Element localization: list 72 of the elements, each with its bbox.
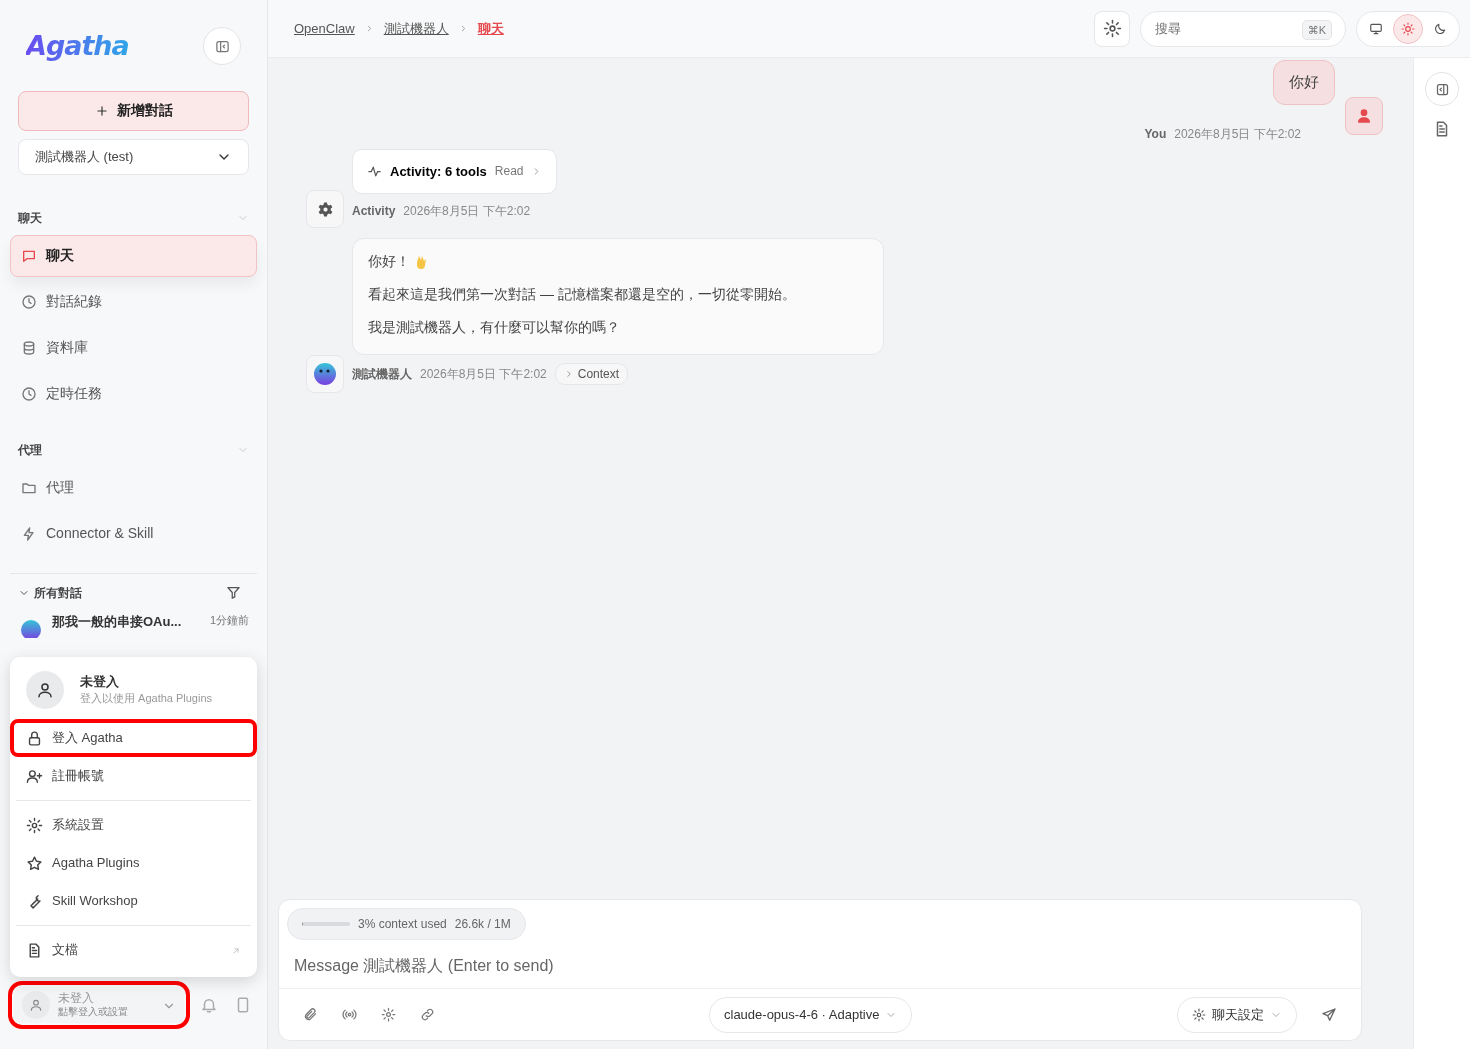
- model-select[interactable]: claude-opus-4-6 · Adaptive: [709, 996, 913, 1033]
- chat-settings-button[interactable]: 聊天設定: [1177, 996, 1297, 1033]
- monitor-icon: [1369, 21, 1383, 36]
- user-icon: [36, 681, 54, 699]
- conversations-toggle[interactable]: 所有對話: [18, 583, 82, 602]
- star-icon: [26, 854, 43, 872]
- broadcast-icon: [342, 1007, 357, 1022]
- clock-icon: [21, 293, 37, 310]
- sender-name: Activity: [352, 203, 396, 220]
- collapse-sidebar-button[interactable]: [203, 27, 241, 66]
- settings-button[interactable]: [1094, 10, 1130, 47]
- waving-hand-icon: [414, 254, 428, 269]
- menu-item[interactable]: 文檔: [10, 931, 257, 969]
- new-chat-button[interactable]: 新增對話: [18, 90, 249, 131]
- agent-select[interactable]: 測試機器人 (test): [18, 138, 249, 175]
- sender-name: You: [1144, 125, 1167, 143]
- menu-user-subtitle: 登入以使用 Agatha Plugins: [80, 691, 213, 706]
- context-usage-pill: 3% context used 26.6k / 1M: [287, 908, 526, 940]
- nav-item[interactable]: 代理: [10, 466, 257, 509]
- filter-button[interactable]: [226, 585, 241, 600]
- bell-icon: [200, 996, 218, 1014]
- send-icon: [1321, 1006, 1337, 1023]
- broadcast-button[interactable]: [342, 1007, 357, 1022]
- link-button[interactable]: [420, 1007, 435, 1022]
- message-paragraph: 看起來這是我們第一次對話 — 記憶檔案都還是空的，一切從零開始。: [368, 285, 797, 304]
- nav-item[interactable]: 定時任務: [10, 372, 257, 415]
- breadcrumb-link[interactable]: 聊天: [477, 18, 504, 39]
- gear-icon: [316, 200, 334, 218]
- attach-button[interactable]: [303, 1007, 318, 1022]
- message-paragraph: 你好！: [368, 252, 410, 271]
- message-bubble: 你好: [1273, 60, 1335, 105]
- sender-name: 測試機器人: [352, 366, 412, 383]
- panel-icon: [1434, 81, 1450, 97]
- link-icon: [420, 1007, 435, 1022]
- sun-icon: [1401, 21, 1415, 36]
- menu-item[interactable]: 登入 Agatha: [10, 719, 257, 757]
- conversation-time: 1分鐘前: [209, 612, 249, 628]
- filter-icon: [226, 585, 241, 600]
- section-heading: 代理: [18, 441, 42, 459]
- activity-card[interactable]: Activity: 6 tools Read: [352, 148, 558, 194]
- nav-item[interactable]: 資料庫: [10, 326, 257, 369]
- nav-item[interactable]: 聊天: [10, 234, 257, 277]
- moon-icon: [1433, 21, 1447, 36]
- clock-icon: [21, 385, 37, 402]
- person-icon: [1356, 107, 1372, 124]
- message-time: 2026年8月5日 下午2:02: [403, 203, 531, 220]
- user-icon: [29, 998, 43, 1012]
- message-time: 2026年8月5日 下午2:02: [420, 366, 547, 383]
- database-icon: [21, 339, 37, 356]
- panel-toggle-button[interactable]: [1425, 72, 1459, 106]
- breadcrumb-link[interactable]: 測試機器人: [383, 18, 449, 39]
- menu-item[interactable]: Agatha Plugins: [10, 844, 257, 882]
- lock-icon: [26, 729, 43, 747]
- message-paragraph: 我是測試機器人，有什麼可以幫你的嗎？: [368, 318, 621, 337]
- nav-item[interactable]: Connector & Skill: [10, 512, 257, 555]
- menu-item[interactable]: Skill Workshop: [10, 882, 257, 920]
- add-user-icon: [26, 767, 43, 785]
- message-time: 2026年8月5日 下午2:02: [1174, 125, 1301, 143]
- lightning-icon: [21, 525, 37, 542]
- send-button[interactable]: [1321, 1006, 1337, 1023]
- message-composer[interactable]: 3% context used 26.6k / 1M Message 測試機器人 (Enter to send) claude-opus-4-6 · Adaptive 聊天設定: [278, 899, 1362, 1041]
- sidebar-toggle-icon: [214, 38, 230, 54]
- context-button[interactable]: Context: [554, 363, 629, 385]
- attachment-icon: [303, 1007, 318, 1022]
- menu-item[interactable]: 系統設置: [10, 806, 257, 844]
- section-heading: 聊天: [18, 209, 42, 227]
- plus-icon: [94, 103, 109, 118]
- conversation-title[interactable]: 那我一般的串接OAu...: [52, 611, 182, 631]
- nav-item[interactable]: 對話紀錄: [10, 280, 257, 323]
- breadcrumb-link[interactable]: OpenClaw: [294, 18, 355, 39]
- menu-item[interactable]: 註冊帳號: [10, 757, 257, 795]
- menu-user-name: 未登入: [80, 674, 120, 692]
